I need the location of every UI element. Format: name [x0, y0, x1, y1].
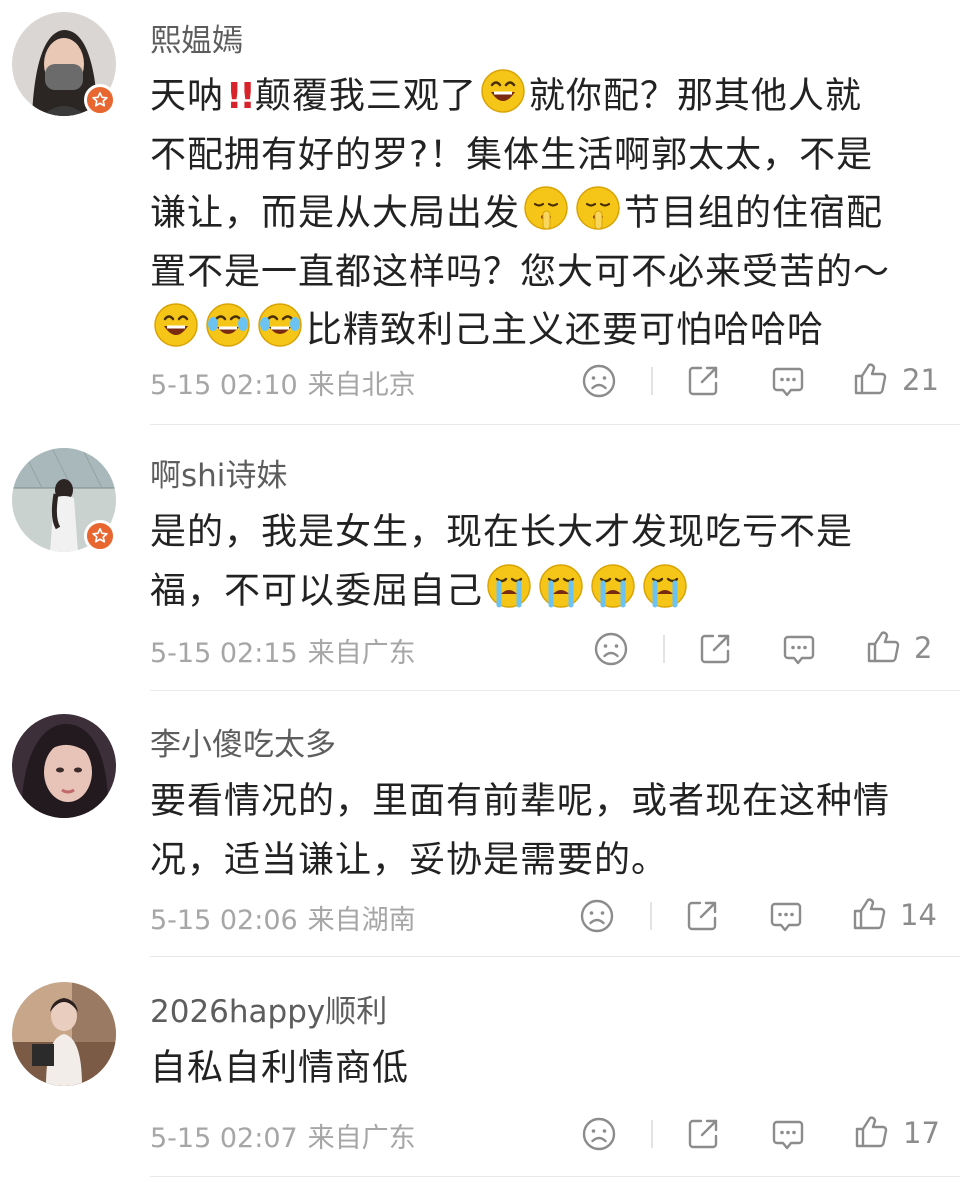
location: 来自湖南 [307, 905, 416, 936]
comment-meta: 5-15 02:07 来自广东 [150, 1116, 416, 1155]
thumbs-up-icon[interactable] [851, 360, 889, 398]
separator [150, 690, 960, 691]
like-count: 21 [902, 363, 939, 397]
laugh-emoji-icon [480, 68, 526, 114]
crying-emoji-icon [642, 563, 688, 609]
comment-meta: 5-15 02:15 来自广东 [150, 631, 416, 670]
frown-face-icon[interactable] [592, 630, 630, 668]
comment-text: 是的，我是女生，现在长大才发现吃亏不是 福，不可以委屈自己 [150, 511, 854, 612]
comment-meta: 5-15 02:06 来自湖南 [150, 898, 416, 937]
like-count: 17 [903, 1116, 940, 1150]
crying-emoji-icon [486, 563, 532, 609]
tears-of-joy-emoji-icon [205, 302, 251, 348]
shush-emoji-icon [523, 185, 569, 231]
frown-face-icon[interactable] [580, 362, 618, 400]
thumbs-up-icon[interactable] [864, 628, 902, 666]
comment-bubble-icon[interactable] [767, 897, 805, 935]
username[interactable]: 熙媪嫣 [150, 15, 243, 60]
separator [150, 956, 960, 957]
timestamp: 5-15 02:07 [150, 1123, 298, 1154]
like-count: 2 [914, 631, 933, 665]
share-icon[interactable] [696, 630, 734, 668]
thumbs-up-icon[interactable] [852, 1113, 890, 1151]
divider [651, 1120, 653, 1148]
comment-text: 天呐!!颠覆我三观了 就你配？那其他人就 不配拥有好的罗?！集体生活啊郭太太，不是… [150, 66, 940, 359]
comment-bubble-icon[interactable] [769, 1115, 807, 1153]
frown-face-icon[interactable] [580, 1115, 618, 1153]
share-icon[interactable] [684, 362, 722, 400]
verified-badge-icon [84, 84, 116, 116]
comment-bubble-icon[interactable] [780, 630, 818, 668]
like-count: 14 [900, 898, 937, 932]
thumbs-up-icon[interactable] [850, 895, 888, 933]
laugh-emoji-icon [153, 302, 199, 348]
divider [651, 367, 653, 395]
crying-emoji-icon [590, 563, 636, 609]
timestamp: 5-15 02:06 [150, 905, 298, 936]
verified-badge-icon [84, 520, 116, 552]
username[interactable]: 啊shi诗妹 [150, 450, 287, 495]
share-icon[interactable] [683, 897, 721, 935]
location: 来自广东 [307, 638, 416, 669]
location: 来自广东 [307, 1123, 416, 1154]
timestamp: 5-15 02:15 [150, 638, 298, 669]
comment-bubble-icon[interactable] [769, 362, 807, 400]
divider [663, 635, 665, 663]
avatar[interactable] [12, 714, 116, 818]
avatar[interactable] [12, 982, 116, 1086]
crying-emoji-icon [538, 563, 584, 609]
tears-of-joy-emoji-icon [257, 302, 303, 348]
separator [150, 424, 960, 425]
username[interactable]: 2026happy顺利 [150, 986, 387, 1031]
shush-emoji-icon [575, 185, 621, 231]
separator [150, 1176, 960, 1177]
divider [650, 902, 652, 930]
timestamp: 5-15 02:10 [150, 370, 298, 401]
location: 来自北京 [307, 370, 416, 401]
username[interactable]: 李小傻吃太多 [150, 719, 336, 764]
frown-face-icon[interactable] [578, 897, 616, 935]
comment-text: 要看情况的，里面有前辈呢，或者现在这种情 况，适当谦让，妥协是需要的。 [150, 780, 891, 881]
share-icon[interactable] [684, 1115, 722, 1153]
comment-text: 自私自利情商低 [150, 1047, 410, 1089]
comment-meta: 5-15 02:10 来自北京 [150, 363, 416, 402]
